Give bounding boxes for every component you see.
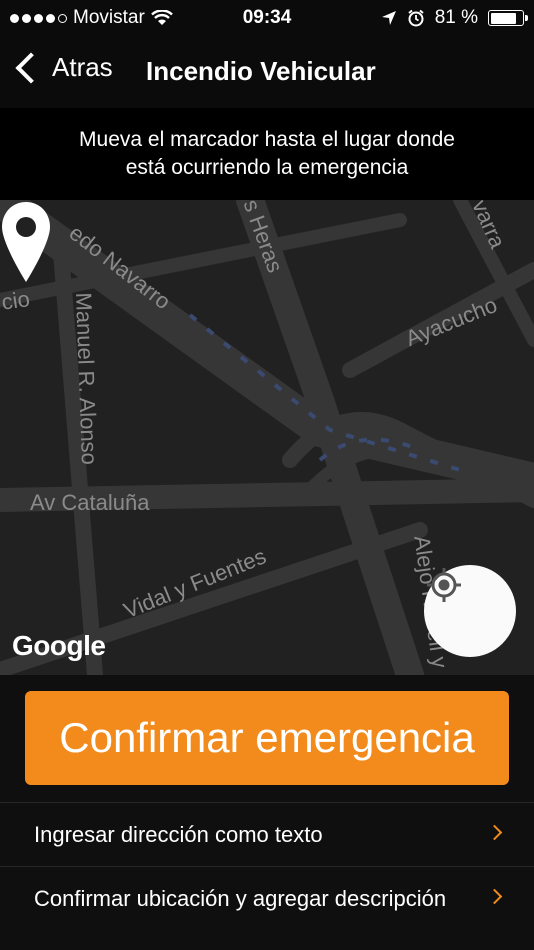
chevron-right-icon <box>486 824 503 841</box>
back-button[interactable]: Atras <box>14 51 113 84</box>
status-bar: Movistar 09:34 81 % <box>0 0 534 36</box>
page-title: Incendio Vehicular <box>146 56 376 86</box>
battery-percent: 81 % <box>434 7 478 28</box>
enter-address-text-row[interactable]: Ingresar dirección como texto <box>0 802 534 867</box>
alarm-icon <box>408 9 424 27</box>
navigation-bar: Atras Incendio Vehicular <box>0 36 534 108</box>
location-arrow-icon <box>381 11 396 25</box>
instruction-line-2: está ocurriendo la emergencia <box>125 156 409 179</box>
crosshair-icon <box>427 568 461 602</box>
actions-panel: Confirmar emergencia Ingresar dirección … <box>0 675 534 950</box>
battery-icon <box>488 10 528 26</box>
street-label: cio <box>0 286 32 315</box>
chevron-left-icon <box>15 51 47 84</box>
google-logo: Google <box>12 630 106 661</box>
instruction-line-1: Mueva el marcador hasta el lugar donde <box>79 128 455 151</box>
street-label: Av Cataluña <box>30 490 150 515</box>
instruction-banner: Mueva el marcador hasta el lugar donde e… <box>0 108 534 200</box>
confirm-emergency-button[interactable]: Confirmar emergencia <box>25 691 509 785</box>
back-label: Atras <box>52 52 113 82</box>
confirm-location-description-row[interactable]: Confirmar ubicación y agregar descripció… <box>0 866 534 931</box>
map-view[interactable]: edo Navarro s Heras varra cio Manuel R. … <box>0 200 534 675</box>
map-pin-icon[interactable] <box>0 200 52 284</box>
status-right: 81 % <box>381 7 528 29</box>
chevron-right-icon <box>486 888 503 905</box>
row-label: Confirmar ubicación y agregar descripció… <box>34 886 447 911</box>
row-label: Ingresar dirección como texto <box>34 822 323 847</box>
my-location-button[interactable] <box>424 565 516 657</box>
